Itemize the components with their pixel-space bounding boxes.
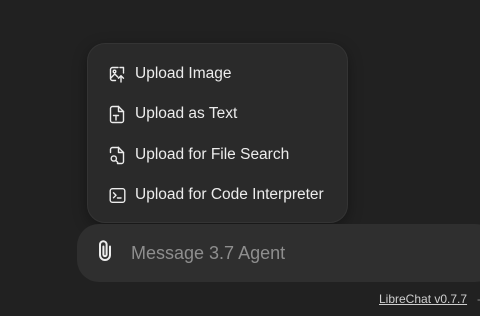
message-input[interactable] — [131, 237, 471, 269]
attach-file-menu: Upload Image Upload as Text Upload for F… — [87, 43, 348, 223]
menu-item-upload-as-text[interactable]: Upload as Text — [108, 102, 237, 126]
menu-item-label: Upload for File Search — [135, 146, 290, 163]
file-search-icon — [108, 145, 126, 165]
version-link[interactable]: LibreChat v0.7.7 — [379, 292, 467, 306]
menu-item-upload-code-interpreter[interactable]: Upload for Code Interpreter — [108, 183, 324, 207]
message-composer — [77, 224, 480, 282]
menu-item-upload-file-search[interactable]: Upload for File Search — [108, 143, 289, 167]
menu-item-label: Upload Image — [135, 65, 232, 82]
menu-item-label: Upload for Code Interpreter — [135, 186, 324, 203]
terminal-icon — [108, 185, 126, 205]
menu-item-upload-image[interactable]: Upload Image — [108, 62, 232, 86]
chat-view: Upload Image Upload as Text Upload for F… — [0, 0, 480, 316]
file-text-icon — [108, 104, 126, 124]
menu-item-label: Upload as Text — [135, 105, 238, 122]
attach-file-button[interactable] — [94, 238, 118, 269]
paperclip-icon — [95, 238, 117, 269]
image-upload-icon — [108, 64, 126, 84]
